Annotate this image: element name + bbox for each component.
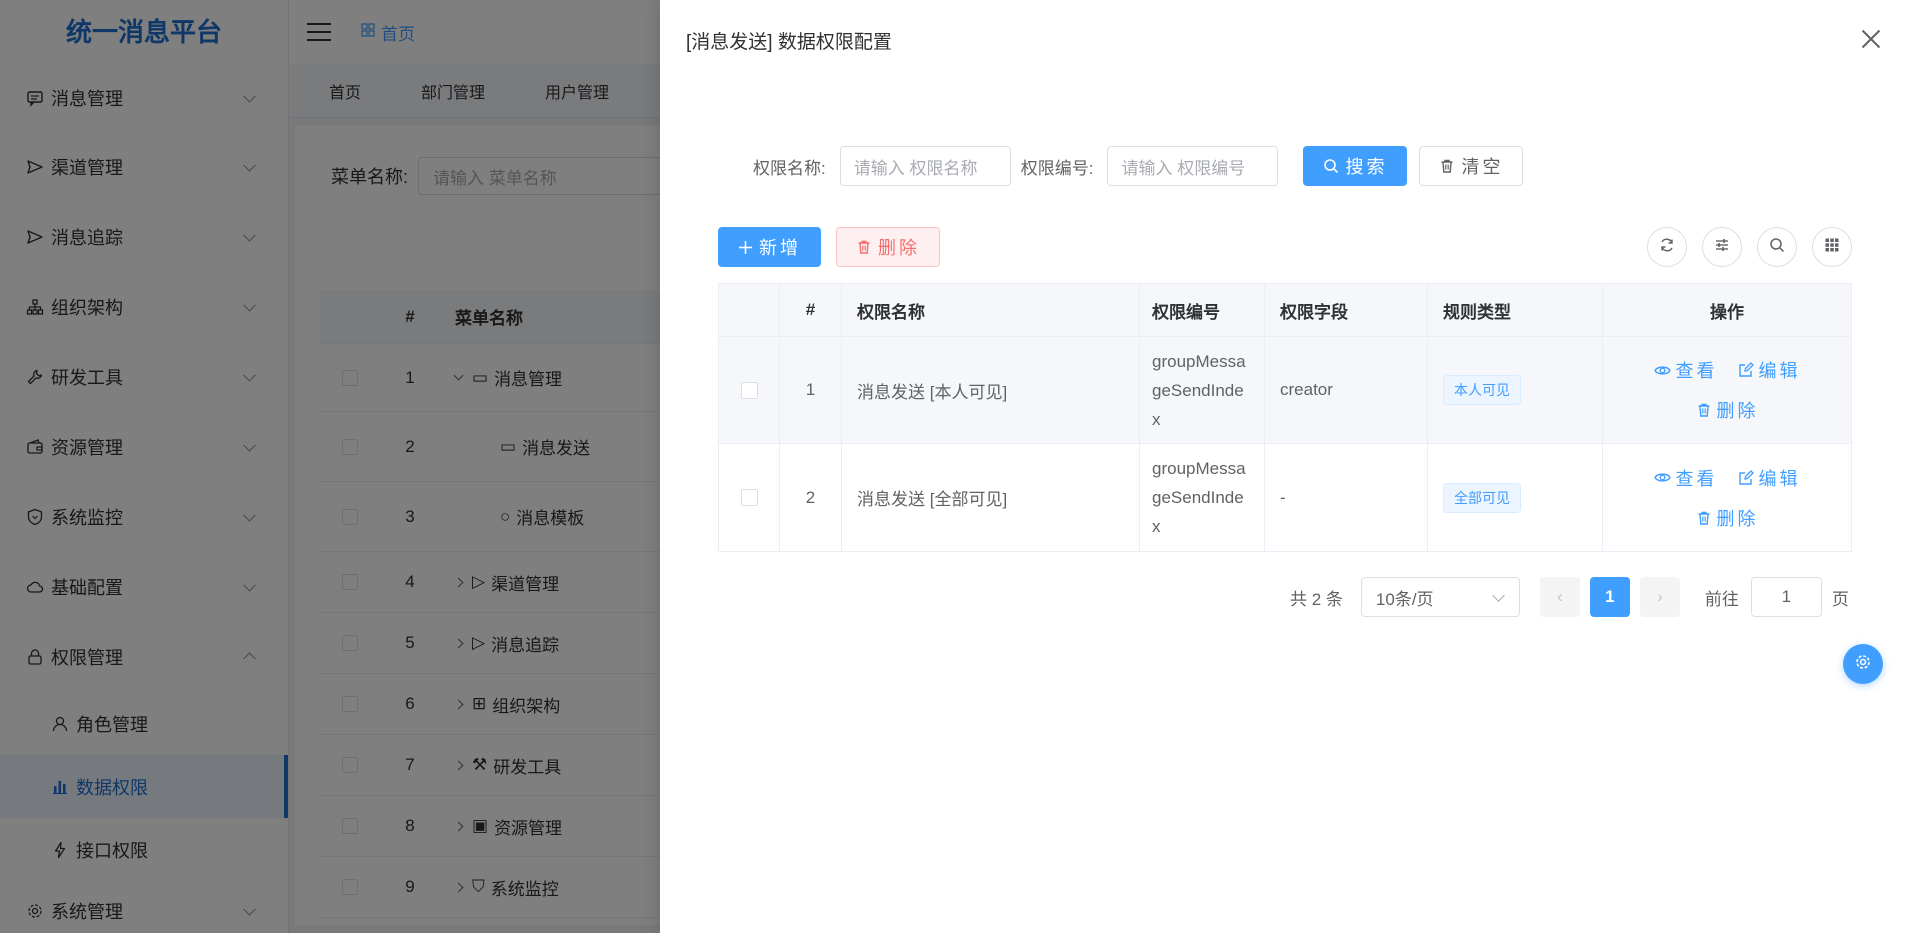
delete-button[interactable]: 删除 <box>1696 505 1759 531</box>
row-index: 1 <box>780 337 842 443</box>
goto-page-input[interactable]: 1 <box>1750 577 1822 617</box>
goto-suffix: 页 <box>1831 589 1849 609</box>
edit-icon <box>1738 469 1754 486</box>
goto-page-value: 1 <box>1781 587 1792 606</box>
toggle-search-button[interactable] <box>1757 227 1797 267</box>
refresh-icon <box>1659 237 1675 258</box>
batch-delete-label: 删除 <box>878 238 920 258</box>
next-page-button[interactable]: › <box>1639 577 1680 617</box>
permission-code-label: 权限编号: <box>1020 158 1094 178</box>
view-label: 查看 <box>1675 361 1718 381</box>
view-label: 查看 <box>1675 468 1718 489</box>
plus-icon <box>738 240 753 255</box>
trash-icon <box>1696 510 1712 526</box>
header-permission-code: 权限编号 <box>1140 284 1265 336</box>
trash-icon <box>1696 402 1712 418</box>
row-permission-field: creator <box>1265 337 1428 443</box>
delete-label: 删除 <box>1716 508 1759 529</box>
row-permission-name: 消息发送 [本人可见] <box>842 337 1140 443</box>
header-index: # <box>780 284 842 336</box>
search-form: 权限名称: 请输入 权限名称 权限编号: 请输入 权限编号 搜索 清空 <box>753 146 1524 186</box>
view-button[interactable]: 查看 <box>1653 465 1718 491</box>
header-rule-type: 规则类型 <box>1428 284 1603 336</box>
search-icon <box>1769 237 1785 258</box>
goto-prefix: 前往 <box>1704 589 1739 609</box>
eye-icon <box>1653 362 1671 379</box>
table-toolbar: 新增 删除 <box>718 227 1852 267</box>
edit-button[interactable]: 编辑 <box>1738 465 1801 491</box>
row-permission-name: 消息发送 [全部可见] <box>842 444 1140 551</box>
add-button-label: 新增 <box>759 238 801 258</box>
rule-type-tag: 本人可见 <box>1443 375 1521 405</box>
grid-icon <box>1824 237 1840 258</box>
row-checkbox[interactable] <box>740 489 758 506</box>
gear-icon <box>1854 653 1872 676</box>
batch-delete-button[interactable]: 删除 <box>836 227 940 267</box>
page-size-select[interactable]: 10条/页 <box>1360 577 1520 617</box>
refresh-button[interactable] <box>1647 227 1687 267</box>
column-settings-button[interactable] <box>1812 227 1852 267</box>
delete-button[interactable]: 删除 <box>1696 397 1759 423</box>
clear-button[interactable]: 清空 <box>1419 146 1524 186</box>
clear-button-label: 清空 <box>1461 157 1504 177</box>
close-icon[interactable] <box>1860 28 1882 50</box>
permission-code-placeholder: 请输入 权限编号 <box>1121 158 1246 178</box>
eye-icon <box>1653 469 1671 486</box>
edit-icon <box>1738 362 1754 378</box>
chevron-right-icon: › <box>1657 587 1663 606</box>
header-operations: 操作 <box>1710 302 1744 322</box>
delete-label: 删除 <box>1716 401 1759 421</box>
page-number-1[interactable]: 1 <box>1589 577 1630 617</box>
header-checkbox-cell <box>719 284 780 336</box>
sliders-icon <box>1714 237 1730 258</box>
chevron-down-icon <box>1492 589 1505 602</box>
view-button[interactable]: 查看 <box>1653 357 1718 383</box>
header-permission-name: 权限名称 <box>842 284 1140 336</box>
edit-label: 编辑 <box>1758 361 1801 381</box>
permission-name-placeholder: 请输入 权限名称 <box>853 158 978 178</box>
chevron-left-icon: ‹ <box>1557 587 1563 606</box>
search-button-label: 搜索 <box>1345 157 1388 177</box>
rule-type-tag: 全部可见 <box>1443 482 1521 513</box>
search-button[interactable]: 搜索 <box>1303 146 1408 186</box>
permission-table: # 权限名称 权限编号 权限字段 规则类型 操作 1 消息发送 [本人可见] g… <box>718 283 1852 552</box>
prev-page-button[interactable]: ‹ <box>1539 577 1580 617</box>
row-permission-code: groupMessageSendIndex <box>1152 459 1246 536</box>
search-icon <box>1323 158 1339 174</box>
row-checkbox[interactable] <box>740 381 758 399</box>
pagination: 共 2 条 10条/页 ‹ 1 › 前往 1 页 <box>1290 577 1849 617</box>
row-permission-field: - <box>1265 444 1428 551</box>
pagination-total: 共 2 条 <box>1290 589 1343 609</box>
permission-name-input[interactable]: 请输入 权限名称 <box>839 146 1011 186</box>
permission-name-label: 权限名称: <box>753 158 826 178</box>
page-size-value: 10条/页 <box>1375 589 1434 609</box>
edit-button[interactable]: 编辑 <box>1738 357 1801 383</box>
header-permission-field: 权限字段 <box>1265 284 1428 336</box>
permission-code-input[interactable]: 请输入 权限编号 <box>1107 146 1279 186</box>
trash-icon <box>856 239 872 255</box>
trash-icon <box>1439 158 1455 174</box>
data-permission-drawer: [消息发送] 数据权限配置 权限名称: 请输入 权限名称 权限编号: 请输入 权… <box>660 0 1910 933</box>
settings-fab[interactable] <box>1843 644 1883 684</box>
edit-label: 编辑 <box>1758 468 1801 489</box>
row-permission-code: groupMessageSendIndex <box>1152 351 1246 429</box>
table-row[interactable]: 2 消息发送 [全部可见] groupMessageSendIndex - 全部… <box>719 444 1851 551</box>
filter-settings-button[interactable] <box>1702 227 1742 267</box>
table-row[interactable]: 1 消息发送 [本人可见] groupMessageSendIndex crea… <box>719 337 1851 444</box>
add-button[interactable]: 新增 <box>718 227 821 267</box>
drawer-title: [消息发送] 数据权限配置 <box>686 32 892 53</box>
row-index: 2 <box>780 444 842 551</box>
table-header: # 权限名称 权限编号 权限字段 规则类型 操作 <box>719 284 1851 337</box>
